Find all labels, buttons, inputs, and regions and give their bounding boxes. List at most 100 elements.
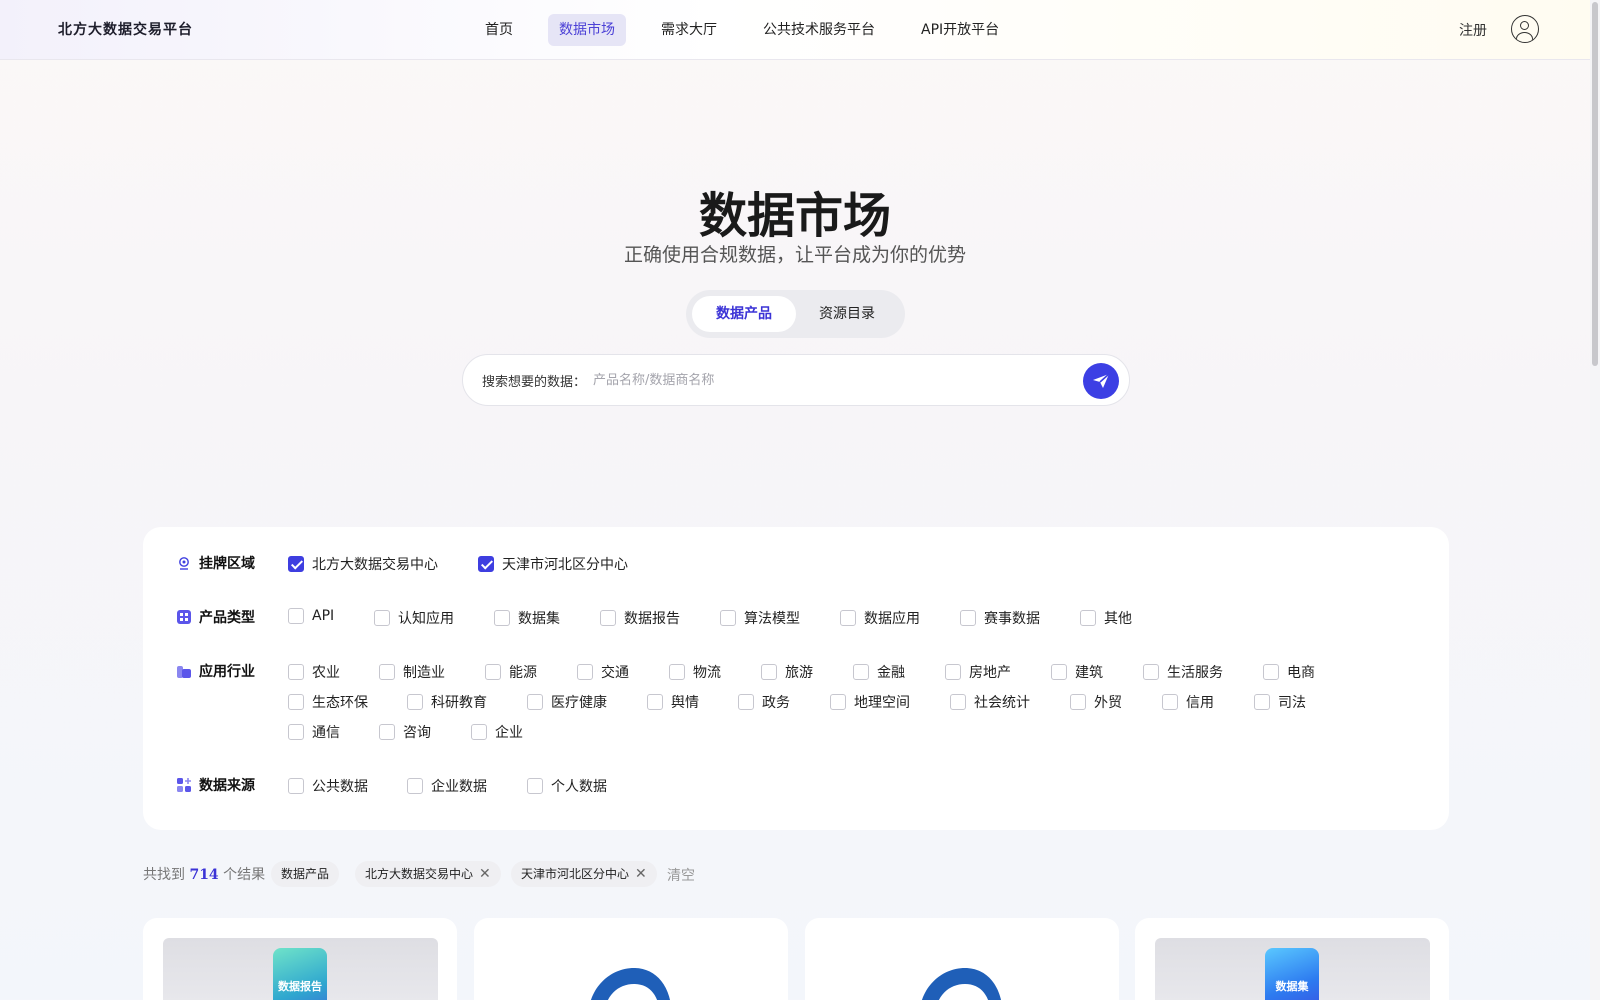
checkbox[interactable] <box>485 664 501 680</box>
checkbox[interactable] <box>478 556 494 572</box>
option-geospatial[interactable]: 地理空间 <box>830 692 910 712</box>
option-data-report[interactable]: 数据报告 <box>600 608 680 628</box>
option-agriculture[interactable]: 农业 <box>288 662 340 682</box>
checkbox[interactable] <box>471 724 487 740</box>
checkbox[interactable] <box>527 778 543 794</box>
option-dataset[interactable]: 数据集 <box>494 608 560 628</box>
checkbox[interactable] <box>494 610 510 626</box>
option-algorithm-model[interactable]: 算法模型 <box>720 608 800 628</box>
product-card[interactable] <box>474 918 788 1000</box>
option-cognitive-app[interactable]: 认知应用 <box>374 608 454 628</box>
checkbox[interactable] <box>288 556 304 572</box>
option-transport[interactable]: 交通 <box>577 662 629 682</box>
tab-resource-catalog[interactable]: 资源目录 <box>795 296 899 332</box>
option-enterprise[interactable]: 企业 <box>471 722 523 742</box>
checkbox[interactable] <box>1263 664 1279 680</box>
checkbox[interactable] <box>577 664 593 680</box>
register-link[interactable]: 注册 <box>1459 20 1487 40</box>
option-ecommerce[interactable]: 电商 <box>1263 662 1315 682</box>
search-input[interactable] <box>593 367 1063 393</box>
nav-item-public-tech-service[interactable]: 公共技术服务平台 <box>752 14 886 46</box>
option-tourism[interactable]: 旅游 <box>761 662 813 682</box>
checkbox[interactable] <box>288 778 304 794</box>
checkbox[interactable] <box>1070 694 1086 710</box>
checkbox[interactable] <box>1143 664 1159 680</box>
checkbox[interactable] <box>374 610 390 626</box>
option-construction[interactable]: 建筑 <box>1051 662 1103 682</box>
top-header: 北方大数据交易平台 首页 数据市场 需求大厅 公共技术服务平台 API开放平台 … <box>0 0 1590 60</box>
nav-item-data-market[interactable]: 数据市场 <box>548 14 626 46</box>
close-icon[interactable]: ✕ <box>635 861 647 887</box>
user-icon[interactable] <box>1511 15 1539 43</box>
option-life-service[interactable]: 生活服务 <box>1143 662 1223 682</box>
checkbox[interactable] <box>761 664 777 680</box>
tab-data-products[interactable]: 数据产品 <box>692 296 796 332</box>
checkbox[interactable] <box>945 664 961 680</box>
checkbox[interactable] <box>288 724 304 740</box>
option-data-app[interactable]: 数据应用 <box>840 608 920 628</box>
checkbox[interactable] <box>288 664 304 680</box>
option-logistics[interactable]: 物流 <box>669 662 721 682</box>
type-switch: 数据产品 资源目录 <box>686 290 905 338</box>
main-nav: 首页 数据市场 需求大厅 公共技术服务平台 API开放平台 <box>474 14 1034 46</box>
option-public-opinion[interactable]: 舆情 <box>647 692 699 712</box>
nav-item-home[interactable]: 首页 <box>474 14 524 46</box>
checkbox[interactable] <box>1080 610 1096 626</box>
checkbox[interactable] <box>379 664 395 680</box>
checkbox[interactable] <box>960 610 976 626</box>
product-card[interactable]: 数据报告 <box>143 918 457 1000</box>
option-judiciary[interactable]: 司法 <box>1254 692 1306 712</box>
search-button[interactable] <box>1083 363 1119 399</box>
search-label: 搜索想要的数据： <box>482 375 587 390</box>
option-api[interactable]: API <box>288 608 334 624</box>
nav-item-api-platform[interactable]: API开放平台 <box>910 14 1010 46</box>
checkbox[interactable] <box>288 694 304 710</box>
checkbox[interactable] <box>720 610 736 626</box>
option-foreign-trade[interactable]: 外贸 <box>1070 692 1122 712</box>
option-real-estate[interactable]: 房地产 <box>945 662 1011 682</box>
scrollbar-thumb[interactable] <box>1592 2 1598 366</box>
checkbox[interactable] <box>1162 694 1178 710</box>
checkbox[interactable] <box>527 694 543 710</box>
option-consulting[interactable]: 咨询 <box>379 722 431 742</box>
grid-icon <box>177 610 191 624</box>
product-card[interactable] <box>805 918 1119 1000</box>
close-icon[interactable]: ✕ <box>479 861 491 887</box>
option-public-data[interactable]: 公共数据 <box>288 776 368 796</box>
checkbox[interactable] <box>669 664 685 680</box>
option-healthcare[interactable]: 医疗健康 <box>527 692 607 712</box>
checkbox[interactable] <box>830 694 846 710</box>
option-credit[interactable]: 信用 <box>1162 692 1214 712</box>
checkbox[interactable] <box>738 694 754 710</box>
nav-item-demand-hall[interactable]: 需求大厅 <box>650 14 728 46</box>
option-other[interactable]: 其他 <box>1080 608 1132 628</box>
checkbox[interactable] <box>840 610 856 626</box>
checkbox[interactable] <box>853 664 869 680</box>
option-telecom[interactable]: 通信 <box>288 722 340 742</box>
checkbox[interactable] <box>950 694 966 710</box>
checkbox[interactable] <box>379 724 395 740</box>
option-government[interactable]: 政务 <box>738 692 790 712</box>
clear-filters-button[interactable]: 清空 <box>667 865 695 885</box>
checkbox[interactable] <box>288 608 304 624</box>
option-north-center[interactable]: 北方大数据交易中心 <box>288 554 438 574</box>
option-ecology[interactable]: 生态环保 <box>288 692 368 712</box>
site-logo[interactable]: 北方大数据交易平台 <box>58 19 193 39</box>
checkbox[interactable] <box>647 694 663 710</box>
option-energy[interactable]: 能源 <box>485 662 537 682</box>
checkbox[interactable] <box>600 610 616 626</box>
filter-label-product-type: 产品类型 <box>177 607 255 627</box>
option-personal-data[interactable]: 个人数据 <box>527 776 607 796</box>
checkbox[interactable] <box>407 694 423 710</box>
option-finance[interactable]: 金融 <box>853 662 905 682</box>
option-social-statistics[interactable]: 社会统计 <box>950 692 1030 712</box>
checkbox[interactable] <box>407 778 423 794</box>
checkbox[interactable] <box>1254 694 1270 710</box>
product-card[interactable]: 数据集 <box>1135 918 1449 1000</box>
option-competition-data[interactable]: 赛事数据 <box>960 608 1040 628</box>
option-tianjin-hebei[interactable]: 天津市河北区分中心 <box>478 554 628 574</box>
option-manufacturing[interactable]: 制造业 <box>379 662 445 682</box>
checkbox[interactable] <box>1051 664 1067 680</box>
option-enterprise-data[interactable]: 企业数据 <box>407 776 487 796</box>
option-research-education[interactable]: 科研教育 <box>407 692 487 712</box>
